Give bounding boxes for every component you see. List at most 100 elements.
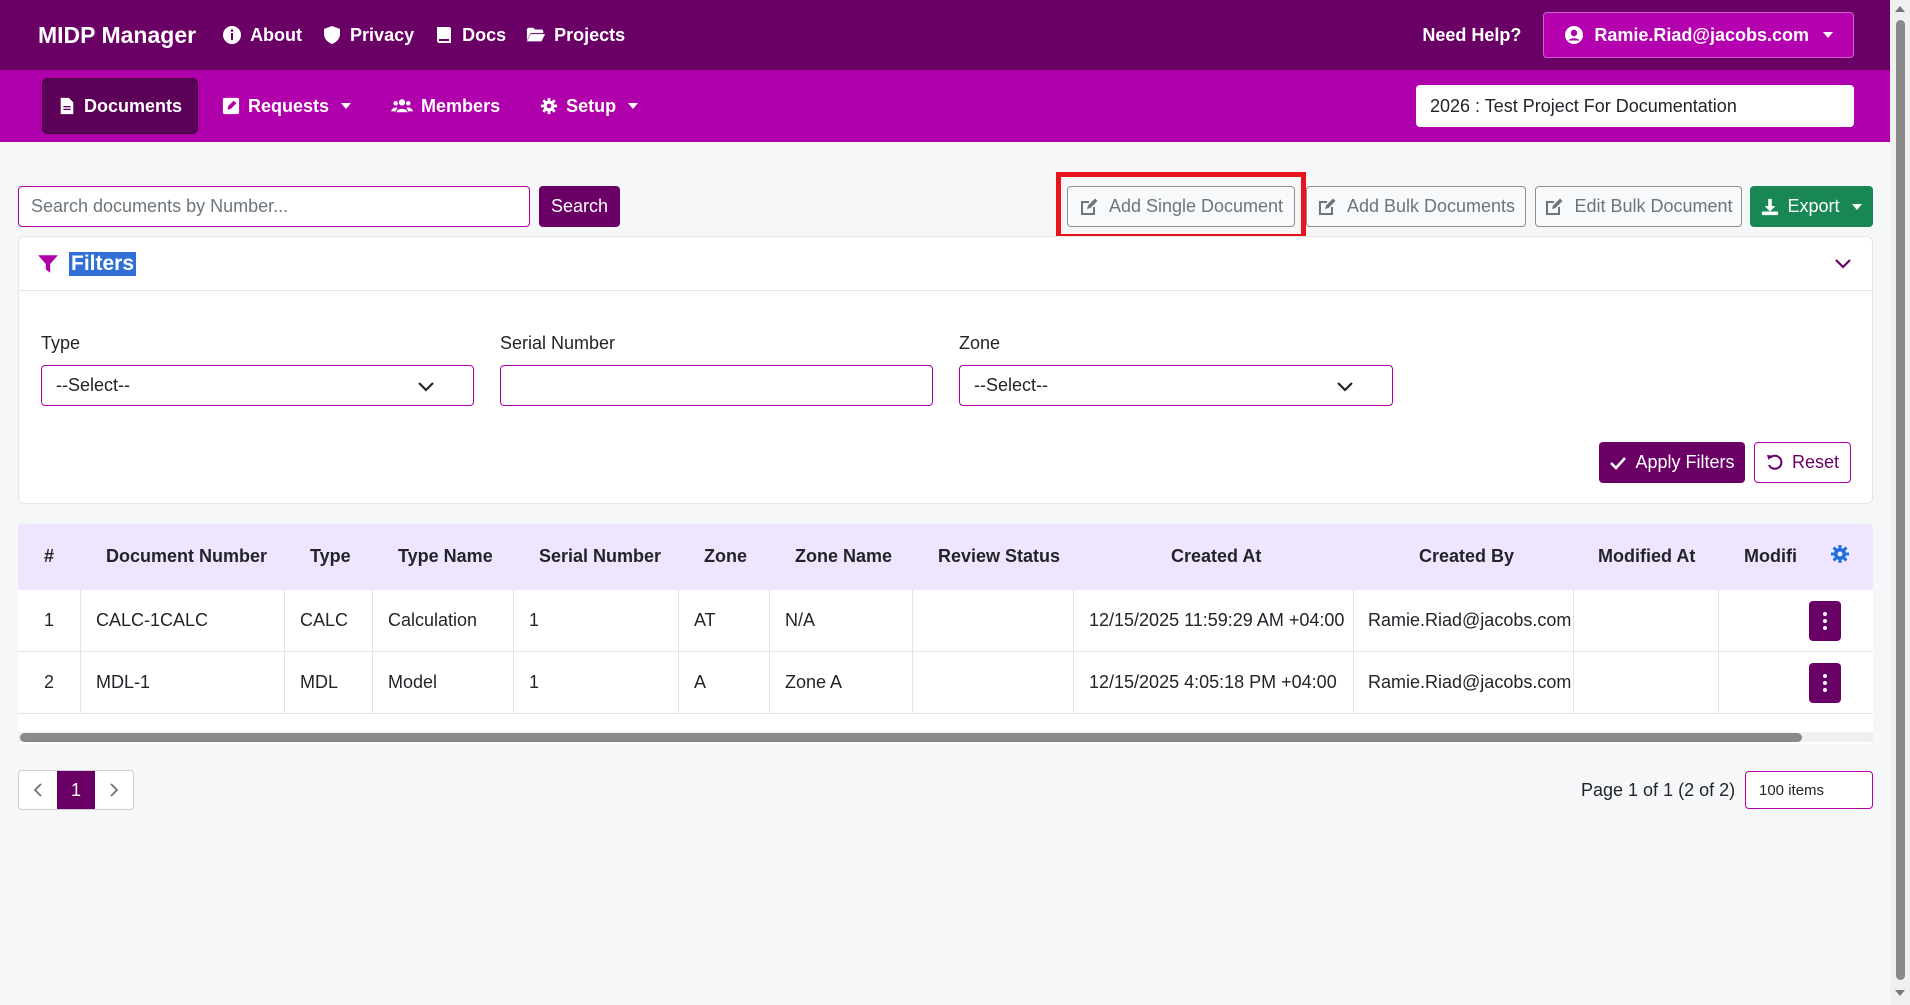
table-row[interactable]: 2 MDL-1 MDL Model 1 A Zone A 12/15/2025 … <box>18 652 1873 714</box>
nav-docs-label: Docs <box>462 24 507 45</box>
col-type[interactable]: Type <box>310 546 351 567</box>
cell-index: 1 <box>44 610 55 630</box>
tab-documents[interactable]: Documents <box>42 78 199 134</box>
tab-documents-label: Documents <box>84 95 183 116</box>
next-page-button[interactable] <box>95 771 133 809</box>
type-label: Type <box>41 333 81 353</box>
nav-about[interactable]: About <box>222 25 302 46</box>
download-icon <box>1762 198 1779 215</box>
col-zone-name[interactable]: Zone Name <box>795 546 892 567</box>
prev-page-button[interactable] <box>19 771 57 809</box>
cell-created-by: Ramie.Riad@jacobs.com <box>1368 610 1572 630</box>
info-circle-icon <box>223 26 242 44</box>
cell-document-number: MDL-1 <box>96 672 151 692</box>
edit-icon <box>1546 198 1563 215</box>
cell-zone-name: Zone A <box>785 672 843 692</box>
user-email: Ramie.Riad@jacobs.com <box>1594 24 1809 45</box>
col-modified-by[interactable]: Modifi <box>1744 546 1797 567</box>
col-zone[interactable]: Zone <box>704 546 747 567</box>
table-header: # Document Number Type Type Name Serial … <box>18 524 1873 590</box>
page-button-current[interactable]: 1 <box>57 771 95 809</box>
sub-navbar: Documents Requests Members Setup 2026 : … <box>0 70 1890 142</box>
filters-header[interactable]: Filters <box>19 237 1872 291</box>
chevron-down-icon[interactable] <box>1834 255 1852 273</box>
nav-privacy[interactable]: Privacy <box>322 25 414 46</box>
filters-card: Filters Type --Select-- Serial Number Zo… <box>18 236 1873 504</box>
table-row[interactable]: 1 CALC-1CALC CALC Calculation 1 AT N/A 1… <box>18 590 1873 652</box>
apply-filters-label: Apply Filters <box>1635 452 1735 472</box>
tab-requests[interactable]: Requests <box>206 78 367 134</box>
folder-open-icon <box>527 27 546 42</box>
caret-down-icon <box>628 103 639 109</box>
tab-members[interactable]: Members <box>375 78 516 134</box>
row-actions-button[interactable] <box>1809 663 1841 703</box>
add-single-document-button[interactable]: Add Single Document <box>1067 186 1295 227</box>
gear-icon <box>540 97 558 115</box>
add-bulk-documents-label: Add Bulk Documents <box>1346 196 1516 216</box>
cell-serial-number: 1 <box>529 672 540 692</box>
scroll-down-arrow-icon[interactable] <box>1895 990 1905 996</box>
col-document-number[interactable]: Document Number <box>106 546 267 567</box>
page-info: Page 1 of 1 (2 of 2) <box>1581 780 1736 800</box>
documents-table: # Document Number Type Type Name Serial … <box>18 524 1873 744</box>
horizontal-scrollbar-thumb[interactable] <box>20 733 1802 742</box>
col-index[interactable]: # <box>44 546 54 567</box>
row-actions-button[interactable] <box>1809 601 1841 641</box>
col-serial-number[interactable]: Serial Number <box>539 546 661 567</box>
need-help-link[interactable]: Need Help? <box>1422 25 1521 46</box>
col-modified-at[interactable]: Modified At <box>1598 546 1695 567</box>
user-menu-button[interactable]: Ramie.Riad@jacobs.com <box>1543 12 1854 58</box>
edit-bulk-document-button[interactable]: Edit Bulk Document <box>1535 186 1742 227</box>
zone-label: Zone <box>959 333 1001 353</box>
serial-number-input[interactable] <box>500 365 933 406</box>
cell-zone-name: N/A <box>785 610 816 630</box>
search-input[interactable] <box>18 186 530 227</box>
type-select[interactable]: --Select-- <box>41 365 474 406</box>
col-review-status[interactable]: Review Status <box>938 546 1060 567</box>
undo-icon <box>1766 454 1783 470</box>
add-bulk-documents-button[interactable]: Add Bulk Documents <box>1306 186 1526 227</box>
chevron-down-icon <box>1337 382 1353 392</box>
export-label: Export <box>1787 196 1840 216</box>
cell-created-by: Ramie.Riad@jacobs.com <box>1368 672 1572 692</box>
tab-setup[interactable]: Setup <box>524 78 654 134</box>
book-icon <box>437 27 452 43</box>
col-type-name[interactable]: Type Name <box>398 546 493 567</box>
reset-label: Reset <box>1791 452 1840 472</box>
tab-members-label: Members <box>421 95 501 116</box>
col-created-at[interactable]: Created At <box>1171 546 1261 567</box>
edit-square-icon <box>222 97 240 115</box>
funnel-icon <box>38 254 58 273</box>
edit-icon <box>1080 198 1098 215</box>
tab-setup-label: Setup <box>566 95 617 116</box>
zone-select[interactable]: --Select-- <box>959 365 1393 406</box>
reset-button[interactable]: Reset <box>1754 442 1851 483</box>
scroll-up-arrow-icon[interactable] <box>1895 6 1905 12</box>
nav-projects[interactable]: Projects <box>526 25 625 46</box>
brand-title[interactable]: MIDP Manager <box>38 22 196 49</box>
export-button[interactable]: Export <box>1750 186 1873 227</box>
top-nav: About Privacy Docs Projects <box>222 25 645 46</box>
type-select-value: --Select-- <box>56 375 131 395</box>
shield-icon <box>324 26 341 44</box>
caret-down-icon <box>1823 32 1833 38</box>
cell-type-name: Calculation <box>388 610 478 630</box>
vertical-scrollbar-thumb[interactable] <box>1896 20 1905 980</box>
apply-filters-button[interactable]: Apply Filters <box>1599 442 1745 483</box>
top-right: Need Help? Ramie.Riad@jacobs.com <box>1422 12 1854 58</box>
cell-created-at: 12/15/2025 4:05:18 PM +04:00 <box>1089 672 1337 692</box>
col-created-by[interactable]: Created By <box>1419 546 1514 567</box>
nav-docs[interactable]: Docs <box>434 25 506 46</box>
project-selector[interactable]: 2026 : Test Project For Documentation <box>1416 85 1854 127</box>
chevron-left-icon <box>33 783 42 797</box>
nav-about-label: About <box>250 24 303 45</box>
column-settings-icon[interactable] <box>1830 544 1850 564</box>
chevron-right-icon <box>110 783 119 797</box>
cell-index: 2 <box>44 672 55 692</box>
cell-created-at: 12/15/2025 11:59:29 AM +04:00 <box>1089 610 1345 630</box>
cell-type-name: Model <box>388 672 438 692</box>
page-size-select[interactable]: 100 items <box>1745 771 1873 809</box>
filters-title: Filters <box>69 251 137 276</box>
search-button[interactable]: Search <box>539 186 620 227</box>
user-circle-icon <box>1565 26 1584 44</box>
